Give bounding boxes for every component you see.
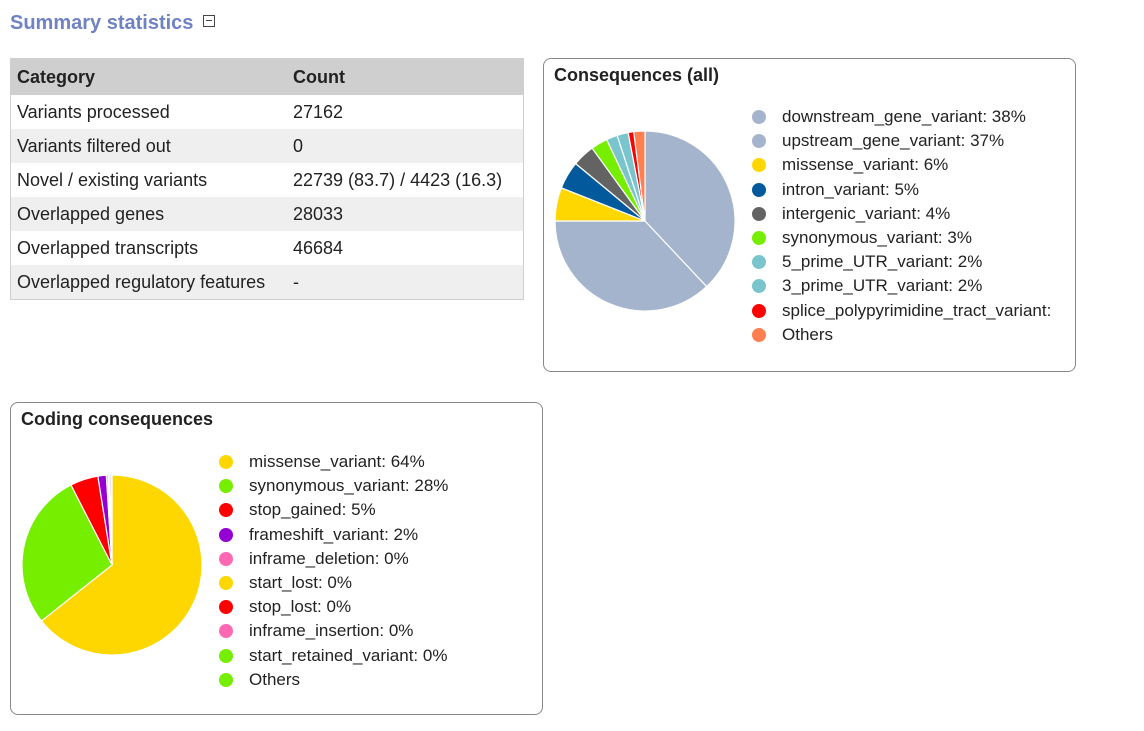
legend-item: intron_variant: 5% [752,178,1051,202]
table-row: Variants filtered out 0 [10,129,524,163]
legend-swatch [752,182,766,197]
legend-item: frameshift_variant: 2% [219,523,448,547]
legend-item: inframe_insertion: 0% [219,619,448,643]
legend-label: inframe_deletion: 0% [249,548,409,568]
consequences-all-panel: Consequences (all) downstream_gene_varia… [543,58,1076,372]
legend-label: synonymous_variant: 28% [249,476,449,496]
legend-label: frameshift_variant: 2% [249,524,419,544]
legend-label: upstream_gene_variant: 37% [782,131,1005,151]
legend-item: Others [752,323,1051,347]
legend-label: missense_variant: 6% [782,155,949,175]
section-title-text: Summary statistics [10,12,194,34]
legend-item: inframe_deletion: 0% [219,547,448,571]
table-row: Overlapped genes 28033 [10,197,524,231]
legend-label: intron_variant: 5% [782,179,920,199]
legend-swatch [752,255,766,270]
legend-label: synonymous_variant: 3% [782,228,972,248]
legend-item: 5_prime_UTR_variant: 2% [752,250,1051,274]
legend-item: stop_gained: 5% [219,498,448,522]
row-category: Novel / existing variants [10,163,287,197]
legend-label: stop_lost: 0% [249,597,352,617]
legend-swatch [219,551,233,566]
legend-swatch [752,134,766,149]
collapse-toggle-icon[interactable] [203,14,216,27]
legend-swatch [219,672,233,687]
row-count: 0 [287,129,524,163]
row-count: - [287,265,524,300]
table-header-row: Category Count [10,58,524,95]
legend-label: stop_gained: 5% [249,500,376,520]
chart-title: Consequences (all) [554,65,720,85]
legend-item: splice_polypyrimidine_tract_variant: [752,299,1051,323]
row-category: Variants filtered out [10,129,287,163]
legend-swatch [219,527,233,542]
legend-label: Others [249,669,301,689]
legend-swatch [752,110,766,125]
consequences-all-legend: downstream_gene_variant: 38% upstream_gen… [752,105,1051,347]
legend-swatch [752,206,766,221]
legend-item: synonymous_variant: 28% [219,474,448,498]
legend-label: intergenic_variant: 4% [782,203,951,223]
legend-label: inframe_insertion: 0% [249,621,414,641]
legend-item: start_lost: 0% [219,571,448,595]
row-count: 28033 [287,197,524,231]
legend-swatch [752,327,766,342]
row-count: 22739 (83.7) / 4423 (16.3) [287,163,524,197]
column-header-count: Count [287,58,524,95]
legend-item: missense_variant: 64% [219,450,448,474]
table-row: Novel / existing variants 22739 (83.7) /… [10,163,524,197]
legend-label: start_retained_variant: 0% [249,645,448,665]
legend-swatch [752,158,766,173]
summary-stats-table: Category Count Variants processed 27162 … [10,58,524,300]
chart-title: Coding consequences [21,409,214,429]
consequences-all-pie-chart [554,130,736,312]
legend-swatch [752,303,766,318]
legend-label: splice_polypyrimidine_tract_variant: [782,300,1052,320]
legend-swatch [219,455,233,470]
legend-swatch [219,479,233,494]
table-row: Overlapped regulatory features - [10,265,524,300]
row-count: 27162 [287,95,524,129]
legend-item: missense_variant: 6% [752,153,1051,177]
column-header-category: Category [10,58,287,95]
legend-item: 3_prime_UTR_variant: 2% [752,274,1051,298]
legend-swatch [219,624,233,639]
legend-swatch [219,648,233,663]
legend-item: start_retained_variant: 0% [219,644,448,668]
legend-label: missense_variant: 64% [249,452,425,472]
legend-label: downstream_gene_variant: 38% [782,107,1026,127]
row-category: Overlapped transcripts [10,231,287,265]
legend-swatch [219,576,233,591]
row-category: Overlapped regulatory features [10,265,287,300]
coding-consequences-panel: Coding consequences missense_variant: 64… [10,402,543,715]
legend-swatch [219,503,233,518]
coding-consequences-pie-chart [21,474,203,656]
legend-item: Others [219,668,448,692]
legend-swatch [752,231,766,246]
legend-item: upstream_gene_variant: 37% [752,129,1051,153]
section-title: Summary statistics [10,12,216,35]
legend-label: 3_prime_UTR_variant: 2% [782,276,983,296]
legend-item: stop_lost: 0% [219,595,448,619]
legend-item: synonymous_variant: 3% [752,226,1051,250]
legend-label: Others [782,324,834,344]
row-count: 46684 [287,231,524,265]
legend-item: intergenic_variant: 4% [752,202,1051,226]
coding-consequences-legend: missense_variant: 64% synonymous_variant:… [219,450,448,692]
legend-label: start_lost: 0% [249,573,352,593]
legend-swatch [752,279,766,294]
pie-slice [110,474,113,566]
table-row: Overlapped transcripts 46684 [10,231,524,265]
row-category: Variants processed [10,95,287,129]
table-row: Variants processed 27162 [10,95,524,129]
legend-swatch [219,600,233,615]
legend-label: 5_prime_UTR_variant: 2% [782,252,983,272]
row-category: Overlapped genes [10,197,287,231]
legend-item: downstream_gene_variant: 38% [752,105,1051,129]
